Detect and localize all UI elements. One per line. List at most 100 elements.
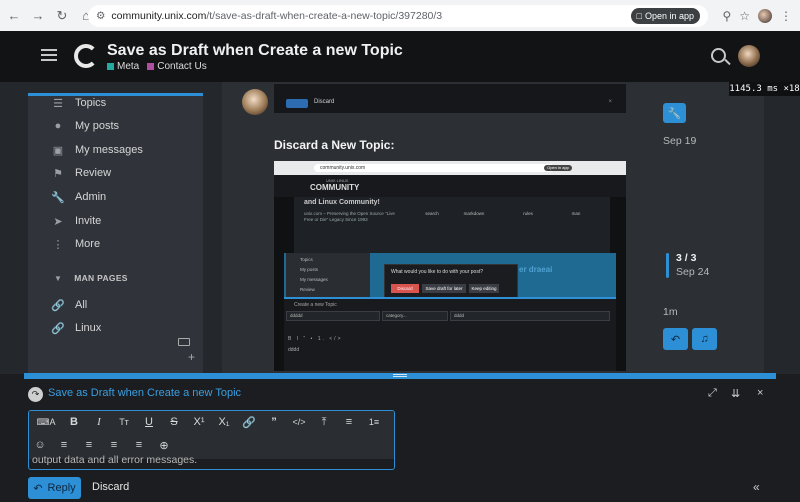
sidebar-item-invite[interactable]: ➤ Invite: [28, 211, 203, 231]
sidebar-item-admin[interactable]: 🔧 Admin: [28, 187, 203, 207]
bullet-list-icon[interactable]: ≡: [341, 414, 357, 430]
screenshot-tagline-sub: unix.com – Preserving the Open Source "L…: [304, 211, 395, 222]
collapse-double-chevron-icon[interactable]: «: [753, 480, 760, 494]
align-left-icon[interactable]: ≡: [56, 437, 72, 453]
close-composer-icon[interactable]: ×: [757, 387, 763, 399]
minimize-composer-icon[interactable]: ⇊: [731, 387, 740, 400]
align-justify-icon[interactable]: ≡: [131, 437, 147, 453]
screenshot-side-item: My posts: [300, 267, 319, 272]
sidebar-item-all[interactable]: 🔗 All: [28, 295, 203, 315]
bell-icon: ♫: [700, 333, 709, 345]
align-right-icon[interactable]: ≡: [106, 437, 122, 453]
category-badge-contact[interactable]: Contact Us: [147, 61, 207, 72]
sidebar-item-label: Linux: [75, 322, 102, 334]
sidebar-item-my-posts[interactable]: ● My posts: [28, 116, 203, 136]
bookmark-star-icon[interactable]: ☆: [739, 9, 750, 23]
category-badge-meta[interactable]: Meta: [107, 61, 139, 72]
rich-text-toggle-icon[interactable]: ⌨A: [33, 414, 59, 430]
add-more-icon[interactable]: ⊕: [156, 437, 172, 453]
screenshot-side-item: Review: [300, 287, 315, 292]
sidebar-item-label: Review: [75, 167, 112, 179]
screenshot-discard-modal: What would you like to do with your post…: [384, 264, 518, 298]
profile-avatar[interactable]: [758, 8, 772, 23]
post-author-avatar[interactable]: [242, 89, 268, 115]
reload-icon[interactable]: ↻: [52, 6, 72, 26]
wrench-icon[interactable]: 🔧: [663, 103, 686, 123]
upload-icon[interactable]: ⤒: [316, 414, 332, 430]
zoom-icon[interactable]: ⚲: [722, 9, 731, 23]
screenshot-side-item: Topics: [300, 257, 313, 262]
site-info-icon[interactable]: ⚙: [96, 10, 105, 22]
post-screenshot[interactable]: community.unix.com Open in app UNIX LINU…: [274, 161, 626, 371]
hamburger-menu-icon[interactable]: [41, 49, 57, 61]
screenshot-composer: [284, 297, 616, 371]
timeline-last-activity[interactable]: 1m: [663, 306, 678, 318]
browser-actions: ⚲ ☆ ⋮: [722, 0, 800, 31]
code-icon[interactable]: </>: [291, 414, 307, 430]
sidebar-item-linux[interactable]: 🔗 Linux: [28, 318, 203, 338]
chevron-down-icon: ▼: [54, 273, 63, 283]
composer-editor[interactable]: ⌨A B I Tт U S X¹ X₁ 🔗 ” </> ⤒ ≡ 1≡ ☺ ≡ ≡…: [28, 410, 395, 470]
wrench-icon: 🔧: [51, 191, 65, 204]
strikethrough-icon[interactable]: S: [166, 414, 182, 430]
screenshot-save-draft-button: Save draft for later: [422, 284, 466, 293]
reply-action-icon[interactable]: ↷: [28, 387, 43, 402]
open-in-app-button[interactable]: □ Open in app: [630, 8, 700, 24]
screenshot-banner: [294, 197, 610, 257]
screenshot-sidebar: [286, 253, 370, 297]
sidebar-item-label: Invite: [75, 215, 102, 227]
keyboard-shortcuts-icon[interactable]: [178, 338, 190, 346]
italic-icon[interactable]: I: [91, 414, 107, 430]
timeline-reply-button[interactable]: ↶: [663, 328, 688, 350]
notification-bell-button[interactable]: ♫: [692, 328, 717, 350]
address-bar[interactable]: ⚙ community.unix.com/t/save-as-draft-whe…: [88, 5, 708, 27]
reply-button-label: Reply: [47, 482, 76, 494]
browser-menu-icon[interactable]: ⋮: [780, 9, 792, 23]
layers-icon: ☰: [53, 97, 63, 110]
align-center-icon[interactable]: ≡: [81, 437, 97, 453]
timeline-start-date[interactable]: Sep 19: [663, 135, 696, 147]
reply-button[interactable]: ↶ Reply: [28, 477, 81, 499]
editor-text[interactable]: output data and all error messages.: [32, 454, 197, 466]
quote-icon[interactable]: ”: [266, 414, 282, 430]
open-app-icon: □: [636, 11, 642, 21]
screenshot-icon-man: man: [571, 211, 581, 216]
link-icon[interactable]: 🔗: [241, 414, 257, 430]
site-logo[interactable]: [74, 44, 98, 68]
heading-icon[interactable]: Tт: [116, 414, 132, 430]
sidebar-item-review[interactable]: ⚑ Review: [28, 163, 203, 183]
sidebar-item-topics[interactable]: ☰ Topics: [28, 96, 203, 113]
browser-toolbar: ← → ↻ ⌂ ⚙ community.unix.com/t/save-as-d…: [0, 0, 800, 31]
paper-plane-icon: ➤: [53, 215, 63, 228]
screenshot-icon-rules: rules: [523, 211, 533, 216]
screenshot-toolbar: B I “ • 1. </>: [288, 336, 343, 342]
forward-icon[interactable]: →: [28, 6, 48, 26]
inbox-icon: ▣: [52, 144, 64, 157]
sidebar-item-more[interactable]: ⋮ More: [28, 234, 203, 254]
numbered-list-icon[interactable]: 1≡: [366, 414, 382, 430]
screenshot-icon-markdown: markdown: [463, 211, 485, 216]
add-section-icon[interactable]: +: [188, 350, 195, 364]
screenshot-discard-text: Discard: [314, 99, 335, 105]
sidebar-section-man-pages[interactable]: ▼ MAN PAGES: [28, 273, 203, 283]
underline-icon[interactable]: U: [141, 414, 157, 430]
search-icon[interactable]: [711, 48, 726, 63]
topic-title[interactable]: Save as Draft when Create a new Topic: [107, 42, 403, 60]
open-in-app-label: Open in app: [644, 11, 694, 21]
bold-icon[interactable]: B: [66, 414, 82, 430]
emoji-icon[interactable]: ☺: [32, 437, 48, 453]
back-icon[interactable]: ←: [4, 6, 24, 26]
screenshot-ghost-heading: er draeai: [519, 265, 553, 274]
discard-button[interactable]: Discard: [92, 481, 129, 493]
timeline-scroller-handle[interactable]: [666, 253, 669, 278]
sidebar-item-label: My messages: [75, 144, 143, 156]
composer-grip-handle[interactable]: [393, 374, 407, 377]
sidebar-item-my-messages[interactable]: ▣ My messages: [28, 140, 203, 160]
screenshot-modal-question: What would you like to do with your post…: [391, 269, 483, 275]
composer-topic-link[interactable]: Save as Draft when Create a new Topic: [48, 387, 241, 399]
subscript-icon[interactable]: X₁: [216, 414, 232, 430]
superscript-icon[interactable]: X¹: [191, 414, 207, 430]
expand-icon[interactable]: ⤢: [708, 387, 717, 400]
user-avatar[interactable]: [738, 45, 760, 67]
screenshot-keep-editing-button: Keep editing: [469, 284, 499, 293]
